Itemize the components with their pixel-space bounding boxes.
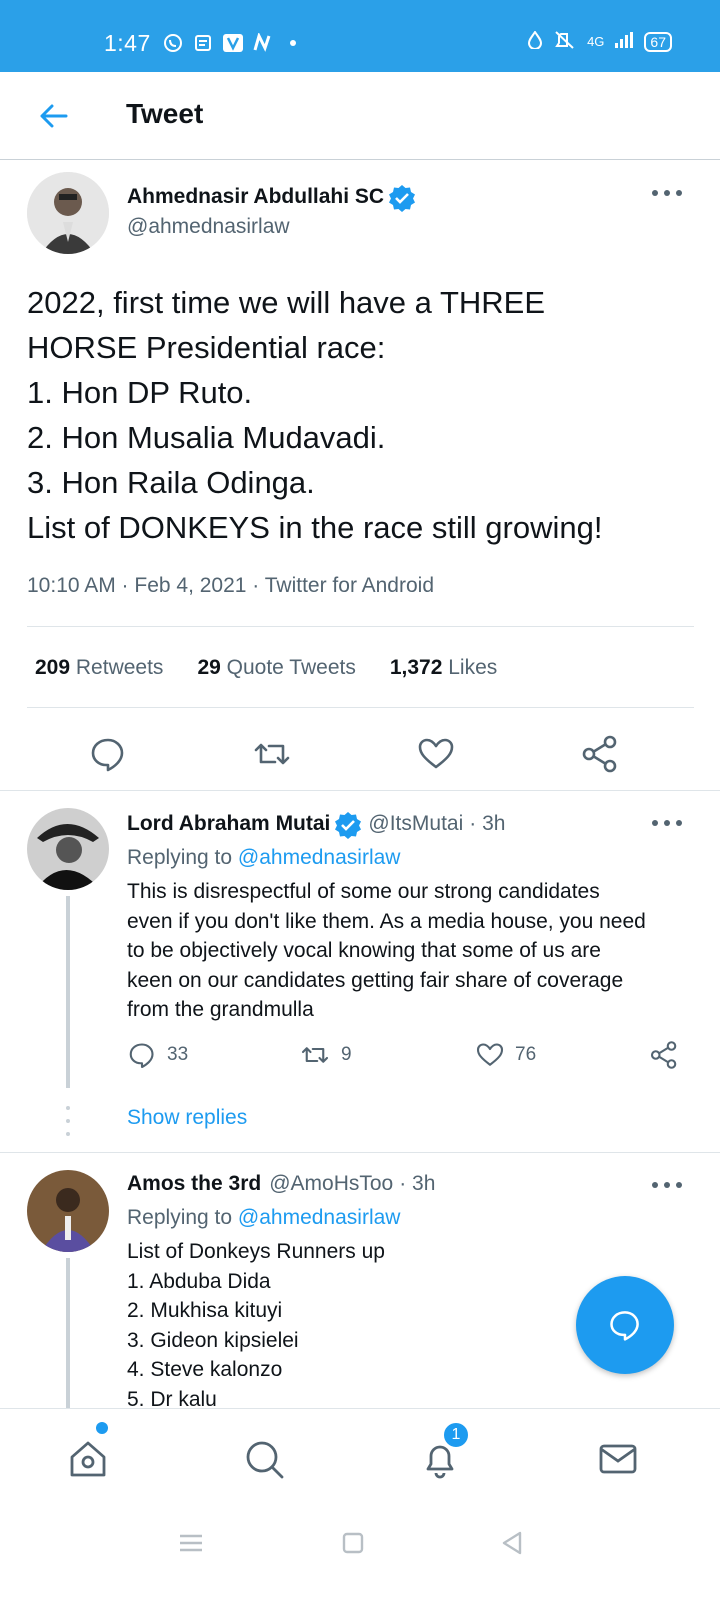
author-name[interactable]: Ahmednasir Abdullahi SC (127, 185, 384, 209)
divider (27, 707, 694, 708)
reply-actions: 33 9 76 (127, 1040, 687, 1072)
reply-author-name[interactable]: Lord Abraham Mutai (127, 812, 330, 836)
page-title: Tweet (126, 98, 204, 129)
retweets-stat[interactable]: 209 Retweets (35, 656, 163, 680)
home-square-icon[interactable] (338, 1528, 368, 1558)
replying-to-link[interactable]: @ahmednasirlaw (238, 1206, 401, 1229)
reply-count: 33 (167, 1044, 189, 1065)
system-icons: 4G 67 (527, 30, 672, 53)
like-button[interactable]: 76 (475, 1040, 536, 1070)
reply-header[interactable]: Amos the 3rd @AmoHsToo · 3h (127, 1172, 435, 1196)
more-options-icon[interactable] (652, 817, 682, 829)
reply-icon[interactable] (88, 734, 128, 774)
author-name-row[interactable]: Ahmednasir Abdullahi SC (127, 184, 416, 212)
tweet-stats: 209 Retweets 29 Quote Tweets 1,372 Likes (35, 656, 497, 680)
quotes-count: 29 (197, 656, 221, 679)
reply-time: · 3h (469, 812, 506, 835)
thread-line (66, 896, 70, 1088)
compose-reply-button[interactable] (576, 1276, 674, 1374)
back-arrow-icon[interactable] (36, 98, 72, 134)
more-options-icon[interactable] (652, 1179, 682, 1191)
reply-button[interactable]: 33 (127, 1040, 188, 1070)
reply-author-name[interactable]: Amos the 3rd (127, 1172, 261, 1196)
top-app-bar: Tweet (0, 72, 720, 160)
home-new-indicator (96, 1422, 108, 1434)
message-icon (192, 32, 214, 54)
retweet-icon[interactable] (252, 734, 292, 774)
retweets-label: Retweets (75, 656, 164, 679)
reply-icon (129, 1043, 154, 1069)
divider (27, 626, 694, 627)
status-bar: 1:47 4G 67 (0, 0, 720, 72)
app-v-icon (222, 32, 244, 54)
home-icon[interactable] (66, 1437, 110, 1481)
app-n-icon (252, 32, 274, 54)
author-handle[interactable]: @ahmednasirlaw (127, 215, 290, 239)
like-icon (476, 1043, 504, 1066)
share-icon[interactable] (580, 734, 620, 774)
replying-to: Replying to @ahmednasirlaw (127, 1206, 400, 1230)
separator (0, 1152, 720, 1153)
recents-menu-icon[interactable] (176, 1528, 206, 1558)
share-icon (650, 1041, 677, 1069)
notifications-badge: 1 (442, 1421, 470, 1449)
likes-count: 1,372 (389, 656, 443, 679)
reply-header[interactable]: Lord Abraham Mutai @ItsMutai · 3h (127, 811, 506, 839)
quotes-label: Quote Tweets (226, 656, 356, 679)
messages-mail-icon[interactable] (596, 1437, 640, 1481)
author-avatar[interactable] (27, 172, 109, 254)
retweet-count: 9 (341, 1044, 352, 1065)
replying-to-link[interactable]: @ahmednasirlaw (238, 846, 401, 869)
verified-badge-icon (388, 184, 416, 212)
mute-icon (553, 30, 577, 53)
separator (0, 790, 720, 791)
likes-stat[interactable]: 1,372 Likes (390, 656, 497, 680)
back-triangle-icon[interactable] (498, 1528, 528, 1558)
tweet-actions (0, 734, 720, 778)
show-replies-link[interactable]: Show replies (127, 1106, 247, 1130)
replying-prefix: Replying to (127, 1206, 233, 1229)
whatsapp-icon (162, 32, 184, 54)
reply-author-handle[interactable]: @AmoHsToo (269, 1172, 393, 1196)
bottom-navigation (0, 1408, 720, 1508)
retweets-count: 209 (35, 656, 71, 679)
reply-avatar[interactable] (27, 808, 109, 890)
system-navigation-bar (0, 1508, 720, 1600)
tweet-text: 2022, first time we will have a THREE HO… (27, 285, 603, 545)
replying-to: Replying to @ahmednasirlaw (127, 846, 400, 870)
reply-avatar[interactable] (27, 1170, 109, 1252)
quote-tweets-stat[interactable]: 29 Quote Tweets (197, 656, 355, 680)
more-options-icon[interactable] (652, 187, 682, 199)
verified-badge-icon (334, 811, 362, 839)
notification-icons (162, 32, 304, 54)
signal-icon (614, 31, 634, 52)
search-icon[interactable] (242, 1437, 286, 1481)
like-icon[interactable] (416, 734, 456, 774)
reply-author-handle[interactable]: @ItsMutai (368, 812, 463, 836)
like-count: 76 (515, 1044, 537, 1065)
retweet-button[interactable]: 9 (299, 1040, 352, 1070)
battery-indicator: 67 (644, 31, 672, 52)
dot-icon (282, 32, 304, 54)
retweet-icon (301, 1047, 329, 1063)
data-saver-icon (527, 30, 543, 52)
reply-text: This is disrespectful of some our strong… (127, 880, 646, 1021)
status-time: 1:47 (104, 30, 151, 56)
reply-time: · 3h (399, 1172, 436, 1195)
tweet-meta: 10:10 AM · Feb 4, 2021 · Twitter for And… (27, 574, 434, 597)
replying-prefix: Replying to (127, 846, 233, 869)
network-label: 4G (587, 34, 605, 49)
thread-line (66, 1258, 70, 1408)
likes-label: Likes (448, 656, 498, 679)
compose-icon (610, 1311, 639, 1341)
thread-dots (66, 1106, 70, 1136)
share-button[interactable] (649, 1040, 679, 1070)
